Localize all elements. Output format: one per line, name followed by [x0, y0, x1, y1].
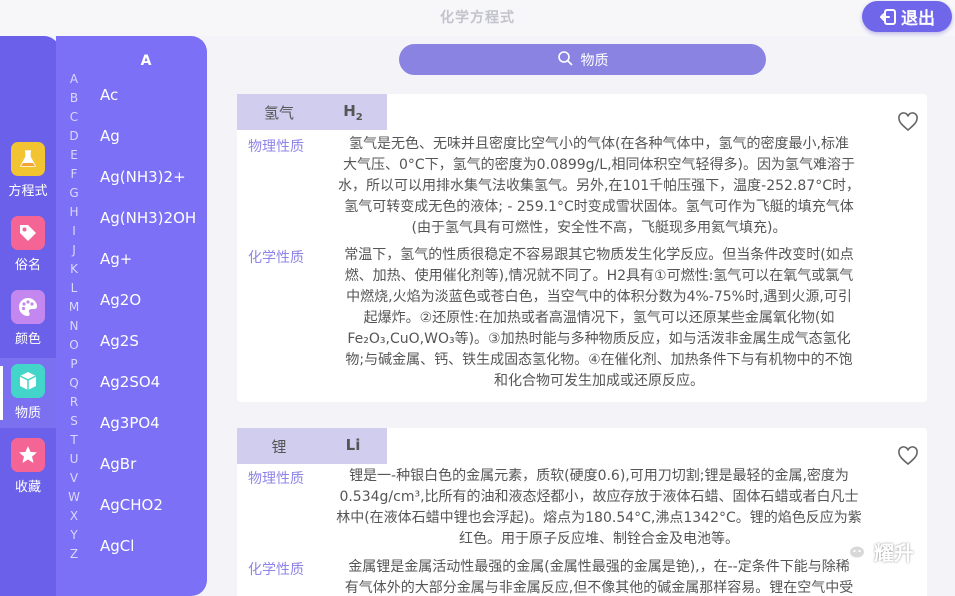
- star-icon: [11, 438, 45, 472]
- tab-common-names[interactable]: 俗名: [0, 210, 56, 280]
- index-letter[interactable]: H: [64, 203, 84, 222]
- formula-item[interactable]: Ac: [100, 86, 118, 104]
- index-letter[interactable]: U: [64, 450, 84, 469]
- chemical-properties-label: 化学性质: [248, 250, 304, 266]
- list-section-header: A: [140, 53, 152, 69]
- index-letter[interactable]: M: [64, 298, 84, 317]
- index-letter[interactable]: O: [64, 336, 84, 355]
- title-bar: 化学方程式 退出: [0, 0, 955, 36]
- index-letter[interactable]: T: [64, 431, 84, 450]
- formula-item[interactable]: Ag(NH3)2OH: [100, 209, 196, 227]
- tab-label: 俗名: [14, 258, 41, 273]
- index-letter[interactable]: D: [64, 127, 84, 146]
- formula-item[interactable]: Ag(NH3)2+: [100, 168, 186, 186]
- tab-label: 颜色: [14, 332, 41, 347]
- substance-symbol: Li: [345, 435, 361, 454]
- favorite-heart-icon[interactable]: [897, 112, 919, 136]
- index-letter[interactable]: A: [64, 70, 84, 89]
- watermark: 耀升: [838, 537, 914, 566]
- exit-button[interactable]: 退出: [862, 1, 952, 32]
- substance-symbol: H2: [343, 101, 363, 123]
- index-letter[interactable]: Z: [64, 545, 84, 564]
- tab-label: 收藏: [14, 480, 41, 495]
- formula-item[interactable]: AgCHO2: [100, 496, 163, 514]
- search-placeholder: 物质: [580, 52, 609, 69]
- formula-item[interactable]: Ag2O: [100, 291, 141, 309]
- chemical-properties-text: 金属锂是金属活动性最强的金属(金属性最强的金属是铯),，在--定条件下能与除稀 …: [344, 559, 854, 596]
- substance-name: 氢气: [263, 103, 294, 122]
- app-title: 化学方程式: [440, 10, 515, 26]
- index-letter[interactable]: P: [64, 355, 84, 374]
- wechat-icon: [838, 537, 868, 566]
- index-letter[interactable]: G: [64, 184, 84, 203]
- formula-item[interactable]: AgCl: [100, 537, 134, 555]
- favorite-heart-icon[interactable]: [897, 446, 919, 470]
- search-bar[interactable]: 物质: [399, 44, 766, 75]
- index-letter[interactable]: I: [64, 222, 84, 241]
- substance-name: 锂: [271, 437, 287, 456]
- index-letter[interactable]: K: [64, 260, 84, 279]
- watermark-text: 耀升: [874, 541, 914, 565]
- index-letter[interactable]: F: [64, 165, 84, 184]
- palette-icon: [11, 290, 45, 324]
- tab-colors[interactable]: 颜色: [0, 284, 56, 354]
- tab-label: 物质: [14, 406, 41, 421]
- index-letter[interactable]: S: [64, 412, 84, 431]
- index-letter[interactable]: L: [64, 279, 84, 298]
- tab-equations[interactable]: 方程式: [0, 136, 56, 206]
- substance-header: 锂 Li: [237, 428, 387, 464]
- physical-properties-label: 物理性质: [248, 471, 304, 487]
- physical-properties-text: 氢气是无色、无味并且密度比空气小的气体(在各种气体中，氢气的密度最小,标准 大气…: [338, 136, 860, 236]
- formula-item[interactable]: Ag+: [100, 250, 132, 268]
- formula-item[interactable]: Ag: [100, 127, 120, 145]
- physical-properties-text: 锂是一-种银白色的金属元素，质软(硬度0.6),可用刀切割;锂是最轻的金属,密度…: [336, 468, 862, 547]
- physical-properties-label: 物理性质: [248, 139, 304, 155]
- flask-icon: [11, 142, 45, 176]
- index-letter[interactable]: W: [64, 488, 84, 507]
- substance-card: 锂 Li 物理性质 锂是一-种银白色的金属元素，质软(硬度0.6),可用刀切割;…: [237, 428, 927, 596]
- chemical-properties-text: 常温下，氢气的性质很稳定不容易跟其它物质发生化学反应。但当条件改变时(如点 燃、…: [344, 247, 854, 389]
- chemical-properties-label: 化学性质: [248, 562, 304, 578]
- index-letter[interactable]: Q: [64, 374, 84, 393]
- index-letter[interactable]: B: [64, 89, 84, 108]
- formula-item[interactable]: Ag2S: [100, 332, 139, 350]
- index-letter[interactable]: X: [64, 507, 84, 526]
- index-letter[interactable]: E: [64, 146, 84, 165]
- formula-item[interactable]: AgBr: [100, 455, 136, 473]
- index-letter[interactable]: V: [64, 469, 84, 488]
- formula-item[interactable]: Ag2SO4: [100, 373, 160, 391]
- category-sidebar: 方程式 俗名 颜色 物质 收藏: [0, 36, 60, 596]
- index-letter[interactable]: Y: [64, 526, 84, 545]
- tab-favorites[interactable]: 收藏: [0, 432, 56, 502]
- exit-label: 退出: [901, 9, 935, 29]
- formula-list-panel: A Ac Ag Ag(NH3)2+ Ag(NH3)2OH Ag+ Ag2O Ag…: [56, 36, 207, 596]
- search-icon: [557, 50, 573, 70]
- index-letter[interactable]: C: [64, 108, 84, 127]
- index-letter[interactable]: R: [64, 393, 84, 412]
- alphabet-index: A B C D E F G H I J K L M N O P Q R S T …: [64, 70, 84, 564]
- tab-label: 方程式: [8, 184, 48, 199]
- tab-substances[interactable]: 物质: [0, 358, 56, 428]
- index-letter[interactable]: N: [64, 317, 84, 336]
- formula-item[interactable]: Ag3PO4: [100, 414, 160, 432]
- cube-icon: [11, 364, 45, 398]
- index-letter[interactable]: J: [64, 241, 84, 260]
- substance-card: 氢气 H2 物理性质 氢气是无色、无味并且密度比空气小的气体(在各种气体中，氢气…: [237, 94, 927, 402]
- tag-icon: [11, 216, 45, 250]
- substance-header: 氢气 H2: [237, 94, 387, 130]
- exit-icon: [879, 8, 897, 26]
